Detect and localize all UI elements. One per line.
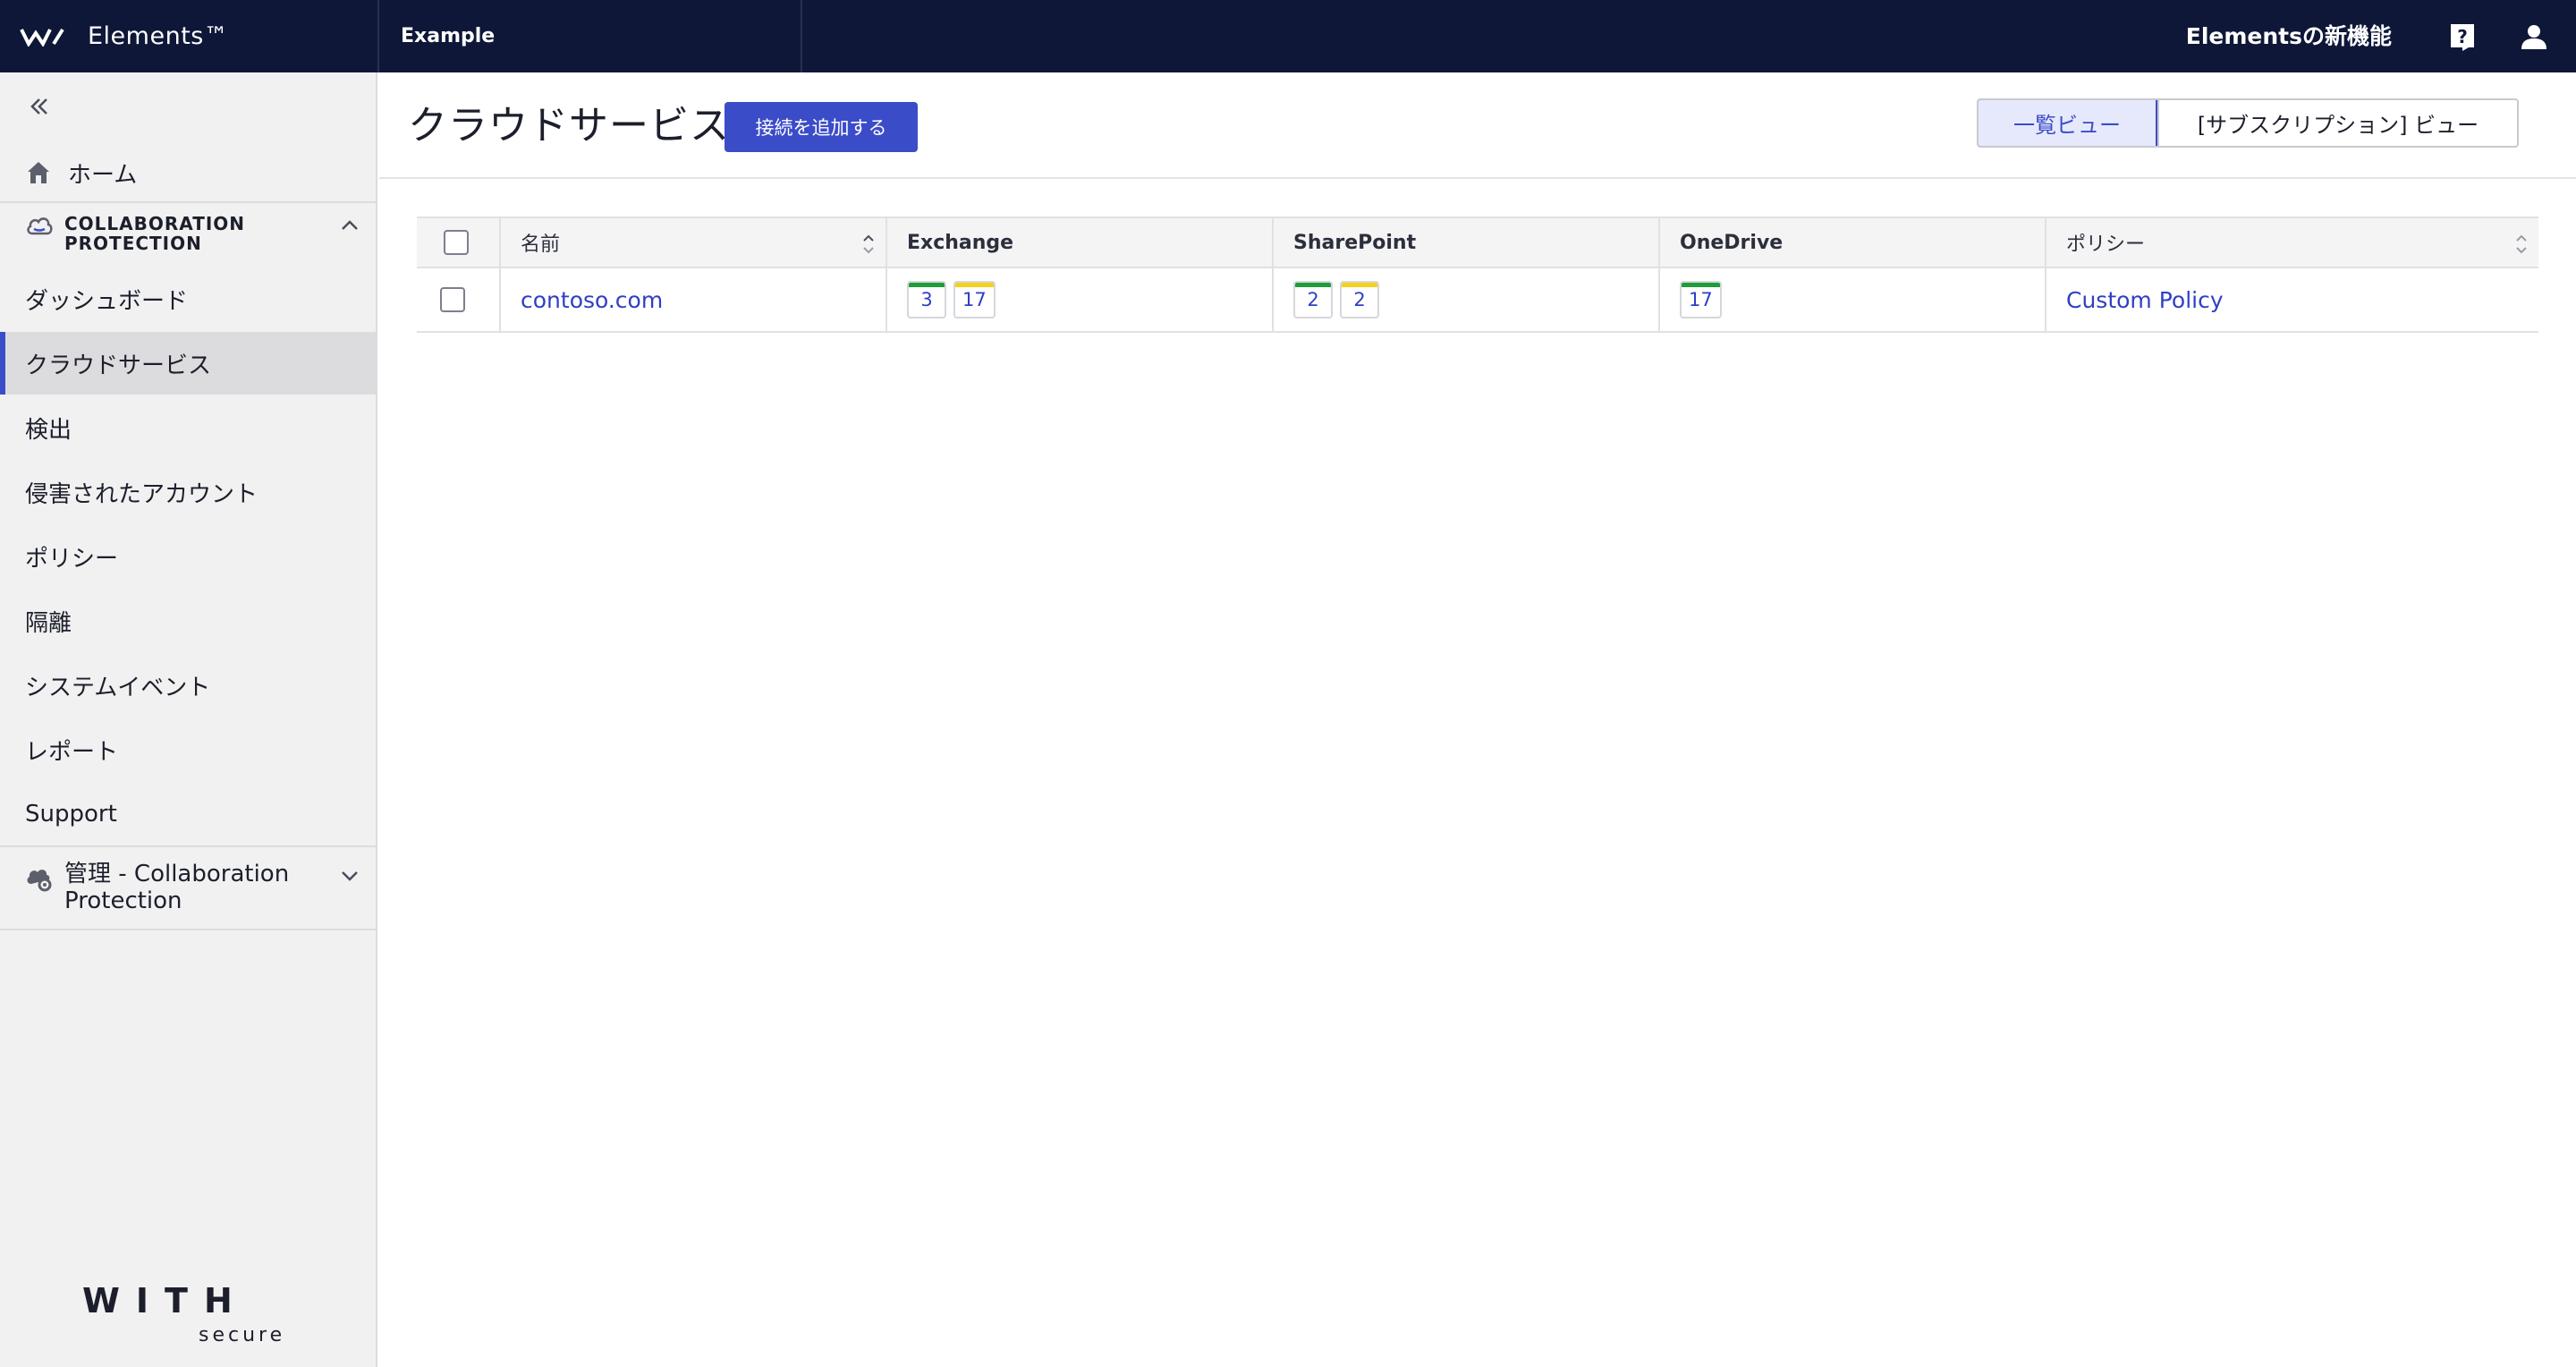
sidebar-item-compromised-accounts[interactable]: 侵害されたアカウント xyxy=(0,461,376,523)
home-icon xyxy=(28,162,49,183)
sidebar-divider xyxy=(0,845,376,847)
cloud-services-table: 名前 Exchange SharePoint OneDrive ポリシー con… xyxy=(417,217,2538,333)
sidebar-item-label: 隔離 xyxy=(25,609,72,637)
sharepoint-cell: 2 2 xyxy=(1272,268,1658,331)
column-header-exchange: Exchange xyxy=(886,218,1272,267)
column-header-label: ポリシー xyxy=(2066,233,2146,256)
service-name-link[interactable]: contoso.com xyxy=(521,287,663,313)
sidebar-item-label: レポート xyxy=(25,738,119,766)
chevron-down-icon[interactable] xyxy=(338,864,361,887)
cloud-gear-icon xyxy=(27,870,52,892)
select-all-checkbox[interactable] xyxy=(444,230,469,255)
sidebar-item-cloud-services[interactable]: クラウドサービス xyxy=(0,332,376,395)
withsecure-logo-icon xyxy=(20,28,64,47)
sidebar-item-policies[interactable]: ポリシー xyxy=(0,525,376,588)
sidebar-item-label: ポリシー xyxy=(25,545,119,573)
sidebar-item-home[interactable]: ホーム xyxy=(0,144,376,201)
add-connection-button[interactable]: 接続を追加する xyxy=(724,102,918,152)
column-header-label: OneDrive xyxy=(1680,231,1784,254)
column-header-sharepoint: SharePoint xyxy=(1272,218,1658,267)
exchange-cell: 3 17 xyxy=(886,268,1272,331)
policy-link[interactable]: Custom Policy xyxy=(2066,287,2224,313)
sort-icon[interactable] xyxy=(860,231,877,258)
column-header-label: Exchange xyxy=(907,231,1014,254)
section-title: 管理 - Collaboration Protection xyxy=(64,861,290,914)
top-separator xyxy=(377,0,379,72)
chevron-up-icon[interactable] xyxy=(338,214,361,237)
logo-text: WITH xyxy=(82,1281,249,1320)
status-badge[interactable]: 17 xyxy=(953,281,996,318)
sidebar-item-label: システムイベント xyxy=(25,674,211,701)
sidebar-item-detections[interactable]: 検出 xyxy=(0,396,376,459)
table-header: 名前 Exchange SharePoint OneDrive ポリシー xyxy=(417,217,2538,268)
section-collaboration-protection[interactable]: COLLABORATION PROTECTION xyxy=(0,205,376,267)
status-badge[interactable]: 17 xyxy=(1680,281,1722,318)
sidebar-divider xyxy=(0,929,376,930)
onedrive-cell: 17 xyxy=(1658,268,2045,331)
column-header-onedrive: OneDrive xyxy=(1658,218,2045,267)
collapse-sidebar-icon[interactable] xyxy=(25,92,54,121)
brand-name: Elements™ xyxy=(88,22,229,50)
sidebar-item-label: ダッシュボード xyxy=(25,287,189,315)
org-name[interactable]: Example xyxy=(401,0,495,72)
brand[interactable]: Elements™ xyxy=(20,0,377,72)
policy-cell: Custom Policy xyxy=(2045,268,2538,331)
sidebar-divider xyxy=(0,201,376,203)
column-header-label: SharePoint xyxy=(1293,231,1417,254)
status-badge[interactable]: 2 xyxy=(1340,281,1379,318)
sort-icon[interactable] xyxy=(2513,231,2529,258)
sidebar-item-label: 侵害されたアカウント xyxy=(25,480,258,508)
user-icon[interactable] xyxy=(2515,18,2553,55)
sidebar-item-label: クラウドサービス xyxy=(25,352,212,379)
column-header-policy[interactable]: ポリシー xyxy=(2045,218,2538,267)
sidebar-item-label: 検出 xyxy=(25,416,72,444)
table-row[interactable]: contoso.com 3 17 2 2 17 Custom Policy xyxy=(417,268,2538,333)
sidebar-item-label: ホーム xyxy=(68,161,138,189)
whats-new-link[interactable]: Elementsの新機能 xyxy=(2186,0,2392,72)
row-checkbox[interactable] xyxy=(440,287,465,312)
logo-subtext: secure xyxy=(199,1324,285,1343)
sidebar-item-system-events[interactable]: システムイベント xyxy=(0,654,376,717)
sidebar-item-dashboard[interactable]: ダッシュボード xyxy=(0,267,376,330)
svg-text:?: ? xyxy=(2457,26,2468,47)
status-badge[interactable]: 3 xyxy=(907,281,946,318)
select-all-cell xyxy=(417,218,499,267)
sidebar-item-quarantine[interactable]: 隔離 xyxy=(0,590,376,652)
sidebar-item-reports[interactable]: レポート xyxy=(0,718,376,781)
sidebar-item-label: Support xyxy=(25,801,117,828)
row-select-cell xyxy=(417,268,499,331)
cloud-shield-icon xyxy=(27,217,53,235)
status-badge[interactable]: 2 xyxy=(1293,281,1333,318)
header-divider xyxy=(379,177,2576,179)
column-header-label: 名前 xyxy=(521,233,561,256)
section-title: COLLABORATION PROTECTION xyxy=(64,213,246,254)
name-cell: contoso.com xyxy=(499,268,886,331)
help-icon[interactable]: ? xyxy=(2444,18,2481,55)
sidebar: ホーム COLLABORATION PROTECTION ダッシュボード クラウ… xyxy=(0,72,377,1367)
withsecure-logo: WITH secure xyxy=(82,1280,297,1346)
top-bar: Elements™ Example Elementsの新機能 ? xyxy=(0,0,2576,72)
list-view-button[interactable]: 一覧ビュー xyxy=(1979,100,2157,146)
page-title: クラウドサービス xyxy=(408,103,730,149)
section-admin[interactable]: 管理 - Collaboration Protection xyxy=(0,857,376,932)
subscription-view-button[interactable]: [サブスクリプション] ビュー xyxy=(2157,100,2517,146)
column-header-name[interactable]: 名前 xyxy=(499,218,886,267)
top-separator xyxy=(801,0,802,72)
sidebar-item-support[interactable]: Support xyxy=(0,783,376,845)
view-toggle: 一覧ビュー [サブスクリプション] ビュー xyxy=(1977,98,2519,148)
